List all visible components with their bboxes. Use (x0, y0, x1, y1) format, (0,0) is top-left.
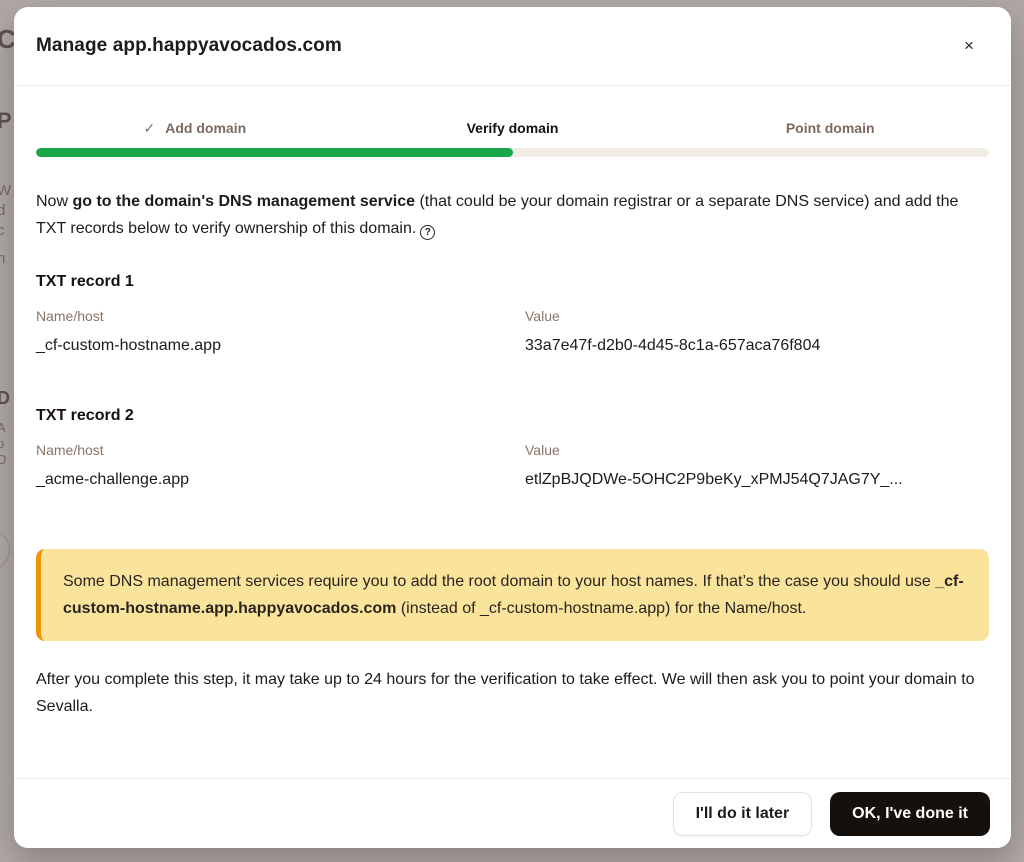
background-page-fragment: h (0, 250, 5, 267)
warning-text: Some DNS management services require you… (63, 573, 935, 590)
record-value-value: 33a7e47f-d2b0-4d45-8c1a-657aca76f804 (525, 337, 989, 355)
close-icon[interactable]: × (955, 32, 983, 60)
background-circle (0, 530, 10, 570)
txt-record-1: TXT record 1 Name/host Value _cf-custom-… (36, 273, 989, 355)
name-host-label: Name/host (36, 442, 525, 458)
verification-note: After you complete this step, it may tak… (36, 666, 989, 720)
instructions-text: Now go to the domain's DNS management se… (36, 188, 989, 242)
txt-record-2: TXT record 2 Name/host Value _acme-chall… (36, 407, 989, 489)
step-add-domain: ✓ Add domain (36, 120, 354, 137)
background-page-fragment: D (0, 388, 10, 409)
instructions-prefix: Now (36, 193, 72, 210)
record-values: _acme-challenge.app etlZpBJQDWe-5OHC2P9b… (36, 471, 989, 489)
step-label: Verify domain (467, 120, 559, 136)
txt-record-2-title: TXT record 2 (36, 407, 989, 425)
background-page-fragment: A (0, 420, 6, 435)
background-page-fragment: P (0, 108, 12, 134)
note-text: After you complete this step, it may tak… (36, 671, 975, 688)
help-icon[interactable]: ? (420, 225, 435, 240)
dialog-header: Manage app.happyavocados.com × (14, 7, 1011, 86)
value-label: Value (525, 308, 989, 324)
background-page-fragment: b (0, 436, 4, 451)
progress-bar (36, 148, 989, 157)
note-text-end: . (88, 698, 92, 715)
background-page-fragment: W (0, 182, 11, 199)
manage-domain-dialog: Manage app.happyavocados.com × ✓ Add doma… (14, 7, 1011, 848)
instructions-bold: go to the domain's DNS management servic… (72, 193, 415, 210)
record-name-value: _acme-challenge.app (36, 471, 525, 489)
warning-text-end: (instead of _cf-custom-hostname.app) for… (396, 600, 806, 617)
background-page-fragment: d (0, 202, 5, 219)
dns-root-domain-warning: Some DNS management services require you… (36, 549, 989, 641)
background-page-fragment: D (0, 452, 6, 467)
value-label: Value (525, 442, 989, 458)
dialog-title: Manage app.happyavocados.com (36, 35, 342, 57)
step-label: Point domain (786, 120, 875, 136)
sevalla-brand-text: Sevalla (36, 698, 88, 715)
step-label: Add domain (165, 120, 246, 136)
progress-fill (36, 148, 513, 157)
do-it-later-button[interactable]: I'll do it later (673, 792, 813, 836)
step-point-domain: Point domain (671, 120, 989, 137)
step-verify-domain: Verify domain (354, 120, 672, 137)
record-value-value: etlZpBJQDWe-5OHC2P9beKy_xPMJ54Q7JAG7Y_..… (525, 471, 989, 489)
record-column-headers: Name/host Value (36, 308, 989, 324)
dialog-body: Now go to the domain's DNS management se… (14, 188, 1011, 720)
ok-done-button[interactable]: OK, I've done it (830, 792, 990, 836)
wizard-steps: ✓ Add domain Verify domain Point domain (36, 120, 989, 137)
record-name-value: _cf-custom-hostname.app (36, 337, 525, 355)
txt-record-1-title: TXT record 1 (36, 273, 989, 291)
name-host-label: Name/host (36, 308, 525, 324)
record-column-headers: Name/host Value (36, 442, 989, 458)
dialog-footer: I'll do it later OK, I've done it (14, 778, 1011, 848)
background-page-fragment: c (0, 222, 5, 239)
check-icon: ✓ (144, 120, 156, 136)
record-values: _cf-custom-hostname.app 33a7e47f-d2b0-4d… (36, 337, 989, 355)
